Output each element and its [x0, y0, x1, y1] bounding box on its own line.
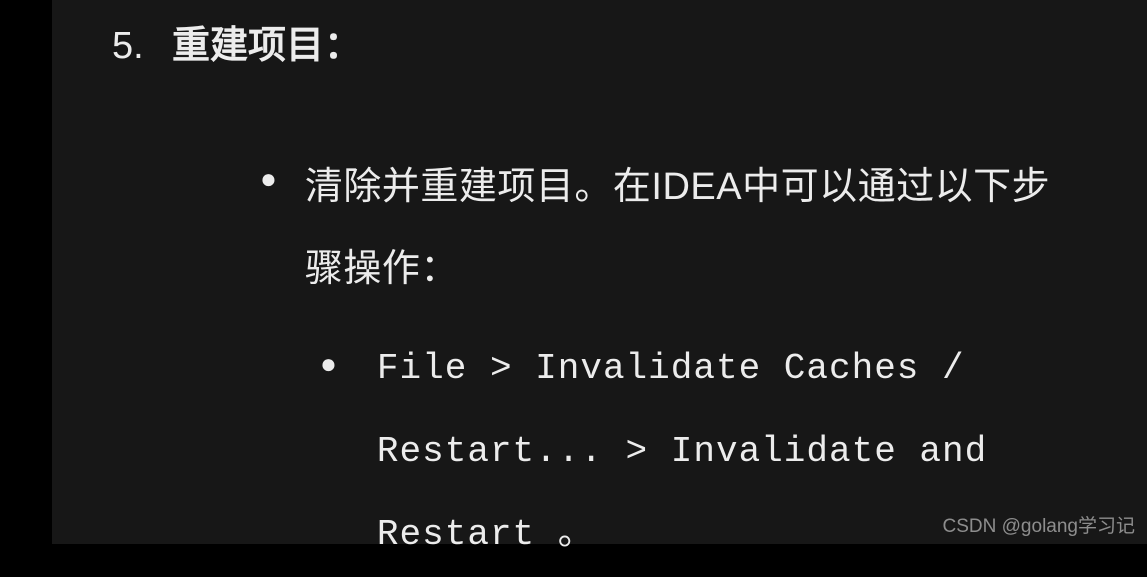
watermark-text: CSDN @golang学习记	[943, 511, 1135, 538]
bullet-icon: ●	[320, 350, 337, 378]
bullet-text: 清除并重建项目。在IDEA中可以通过以下步骤操作：	[305, 147, 1087, 310]
nested-bullet-item: ● File > Invalidate Caches / Restart... …	[320, 328, 1087, 576]
code-path-text: File > Invalidate Caches / Restart... > …	[377, 328, 1087, 576]
bullet-icon: ●	[260, 165, 277, 193]
bullet-list: ● 清除并重建项目。在IDEA中可以通过以下步骤操作：	[260, 147, 1087, 310]
nested-bullet-list: ● File > Invalidate Caches / Restart... …	[320, 328, 1087, 576]
document-content: 5. 重建项目： ● 清除并重建项目。在IDEA中可以通过以下步骤操作： ● F…	[52, 0, 1147, 544]
list-heading: 重建项目：	[172, 18, 362, 75]
list-number: 5.	[112, 18, 154, 75]
bullet-item: ● 清除并重建项目。在IDEA中可以通过以下步骤操作：	[260, 147, 1087, 310]
ordered-list-item-5: 5. 重建项目：	[112, 18, 1087, 75]
